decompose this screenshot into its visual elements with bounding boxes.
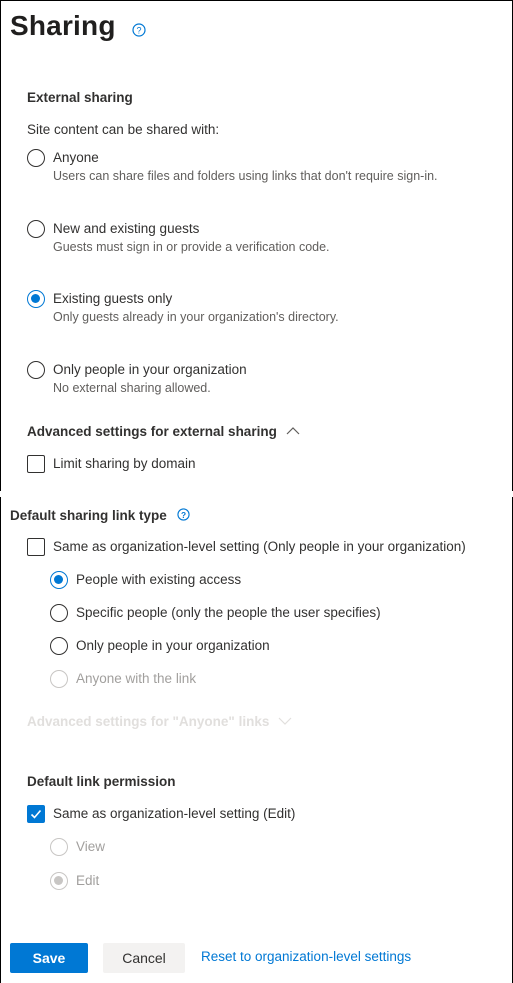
advanced-anyone-links-toggle[interactable]: Advanced settings for "Anyone" links <box>27 714 292 729</box>
option-specific-people-label: Specific people (only the people the use… <box>76 605 381 620</box>
permission-same-as-org-label: Same as organization-level setting (Edit… <box>53 806 296 821</box>
radio-only-org[interactable] <box>27 361 45 379</box>
radio-anyone-with-link[interactable] <box>50 670 68 688</box>
option-anyone-description: Users can share files and folders using … <box>53 169 438 183</box>
reset-to-org-settings-link[interactable]: Reset to organization-level settings <box>201 949 411 964</box>
option-only-org-description: No external sharing allowed. <box>53 381 211 395</box>
svg-text:?: ? <box>136 26 141 36</box>
page-title: Sharing <box>10 10 116 41</box>
radio-only-people-org[interactable] <box>50 637 68 655</box>
help-icon[interactable]: ? <box>132 23 146 37</box>
option-only-people-org-label: Only people in your organization <box>76 638 270 653</box>
limit-domain-label: Limit sharing by domain <box>53 456 196 471</box>
default-link-type-heading: Default sharing link type ? <box>10 508 190 523</box>
radio-specific-people[interactable] <box>50 604 68 622</box>
option-people-existing-access-label: People with existing access <box>76 572 242 587</box>
default-link-type-heading-text: Default sharing link type <box>10 508 167 523</box>
radio-new-existing-guests[interactable] <box>27 220 45 238</box>
default-link-permission-heading: Default link permission <box>27 774 176 789</box>
option-existing-guests-only-label: Existing guests only <box>53 291 173 306</box>
checkmark-icon <box>30 809 42 819</box>
link-type-same-as-org-checkbox[interactable] <box>27 538 45 556</box>
svg-text:?: ? <box>180 510 185 520</box>
save-button[interactable]: Save <box>10 943 88 973</box>
option-view-label: View <box>76 839 106 854</box>
option-anyone-with-link-label: Anyone with the link <box>76 671 197 686</box>
external-sharing-subheading: Site content can be shared with: <box>27 122 220 137</box>
advanced-anyone-links-label: Advanced settings for "Anyone" links <box>27 714 270 729</box>
option-only-org-label: Only people in your organization <box>53 362 247 377</box>
link-type-same-as-org-label: Same as organization-level setting (Only… <box>53 539 466 554</box>
option-new-existing-guests-description: Guests must sign in or provide a verific… <box>53 240 330 254</box>
radio-view[interactable] <box>50 838 68 856</box>
limit-domain-checkbox[interactable] <box>27 455 45 473</box>
advanced-external-sharing-label: Advanced settings for external sharing <box>27 424 277 439</box>
option-new-existing-guests-label: New and existing guests <box>53 221 200 236</box>
radio-existing-guests-only[interactable] <box>27 290 45 308</box>
chevron-down-icon <box>278 717 292 725</box>
option-anyone-label: Anyone <box>53 150 99 165</box>
radio-edit[interactable] <box>50 872 68 890</box>
permission-same-as-org-checkbox[interactable] <box>27 805 45 823</box>
advanced-external-sharing-toggle[interactable]: Advanced settings for external sharing <box>27 424 300 439</box>
cancel-button[interactable]: Cancel <box>103 943 185 973</box>
radio-anyone[interactable] <box>27 149 45 167</box>
option-edit-label: Edit <box>76 873 100 888</box>
external-sharing-heading: External sharing <box>27 90 133 105</box>
radio-people-existing-access[interactable] <box>50 571 68 589</box>
option-existing-guests-only-description: Only guests already in your organization… <box>53 310 339 324</box>
help-icon[interactable]: ? <box>176 508 190 521</box>
section-divider <box>0 491 513 497</box>
chevron-up-icon <box>286 427 300 435</box>
